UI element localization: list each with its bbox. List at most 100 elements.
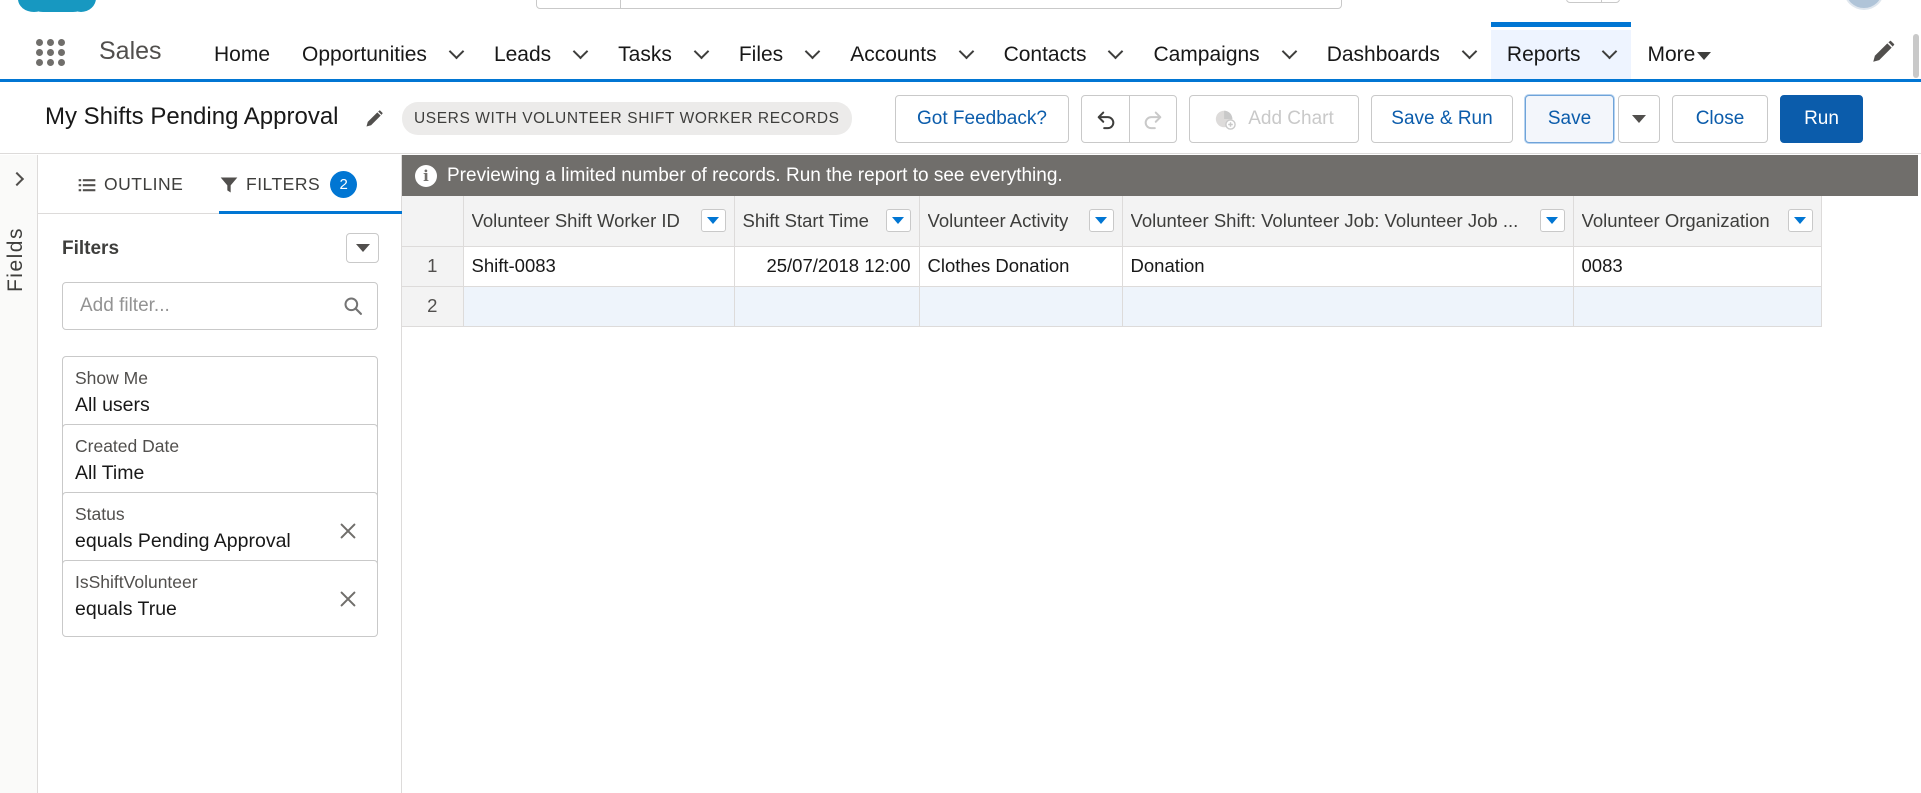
nav-item-label: Files xyxy=(738,42,784,66)
chevron-down-icon[interactable] xyxy=(572,43,589,60)
edit-nav-pencil-icon[interactable] xyxy=(1870,39,1896,65)
tab-filters[interactable]: FILTERS 2 xyxy=(219,155,358,214)
close-button[interactable]: Close xyxy=(1672,95,1768,143)
table-cell: Clothes Donation xyxy=(919,246,1123,287)
filter-funnel-icon xyxy=(220,177,238,192)
column-menu-button[interactable] xyxy=(700,209,726,233)
filter-card-show-me[interactable]: Show Me All users xyxy=(62,356,378,433)
global-search-box[interactable] xyxy=(536,0,1342,9)
nav-item-label: Opportunities xyxy=(302,42,427,66)
column-menu-button[interactable] xyxy=(1088,209,1114,233)
add-filter-input[interactable] xyxy=(63,283,333,329)
column-header-label: Volunteer Organization xyxy=(1581,209,1770,231)
filters-heading: Filters xyxy=(62,238,120,259)
nav-item-campaigns[interactable]: Campaigns xyxy=(1137,30,1310,79)
chevron-down-icon[interactable] xyxy=(1281,43,1297,60)
redo-icon xyxy=(1144,111,1162,130)
run-button[interactable]: Run xyxy=(1780,95,1863,143)
filter-label: Created Date xyxy=(75,436,180,456)
redo-button[interactable] xyxy=(1129,96,1176,142)
table-row[interactable]: 2 xyxy=(402,286,1822,327)
chart-icon xyxy=(1216,110,1236,130)
nav-item-home[interactable]: Home xyxy=(198,30,286,79)
chevron-down-icon[interactable] xyxy=(448,43,465,60)
tab-outline[interactable]: OUTLINE xyxy=(77,155,183,214)
chevron-down-icon[interactable] xyxy=(1602,43,1618,60)
save-button[interactable]: Save xyxy=(1525,95,1614,143)
filter-label: Status xyxy=(75,504,125,524)
column-header-label: Volunteer Activity xyxy=(927,209,1069,231)
column-header-5[interactable]: Volunteer Organization xyxy=(1573,196,1822,247)
table-cell xyxy=(463,286,735,327)
column-header-label: Volunteer Shift: Volunteer Job: Voluntee… xyxy=(1130,209,1519,231)
table-cell xyxy=(919,286,1123,327)
filter-panel: OUTLINE FILTERS 2 Filters Show Me All use… xyxy=(38,155,402,793)
app-launcher-icon[interactable] xyxy=(34,37,65,67)
report-title: My Shifts Pending Approval xyxy=(45,103,339,130)
nav-item-tasks[interactable]: Tasks xyxy=(602,30,723,79)
search-icon[interactable] xyxy=(343,296,363,316)
nav-item-opportunities[interactable]: Opportunities xyxy=(286,30,478,79)
nav-item-dashboards[interactable]: Dashboards xyxy=(1311,30,1491,79)
save-options-dropdown[interactable] xyxy=(1618,95,1660,143)
column-header-3[interactable]: Volunteer Activity xyxy=(919,196,1123,247)
column-menu-button[interactable] xyxy=(885,209,911,233)
remove-filter-close-icon[interactable] xyxy=(337,588,359,610)
fields-label[interactable]: Fields xyxy=(4,227,28,292)
chevron-down-icon[interactable] xyxy=(958,43,974,60)
chevron-down-icon xyxy=(707,217,719,225)
chevron-down-icon[interactable] xyxy=(1108,43,1124,60)
nav-item-label: More xyxy=(1647,42,1696,66)
expand-fields-chevron-icon[interactable] xyxy=(9,171,25,187)
filters-menu-button[interactable] xyxy=(346,233,379,263)
remove-filter-close-icon[interactable] xyxy=(337,520,359,542)
edit-title-pencil-icon[interactable] xyxy=(364,109,384,129)
nav-item-contacts[interactable]: Contacts xyxy=(988,30,1138,79)
column-menu-button[interactable] xyxy=(1787,209,1813,233)
save-and-run-button[interactable]: Save & Run xyxy=(1371,95,1513,143)
app-name: Sales xyxy=(99,37,162,65)
nav-item-leads[interactable]: Leads xyxy=(478,30,602,79)
nav-item-reports[interactable]: Reports xyxy=(1490,22,1632,79)
filter-label: Show Me xyxy=(75,368,148,388)
chevron-down-icon xyxy=(355,244,370,252)
chevron-down-icon[interactable] xyxy=(693,43,710,60)
undo-button[interactable] xyxy=(1082,96,1129,142)
column-header-label: Shift Start Time xyxy=(742,209,869,231)
app-navigation-bar: Sales Home Opportunities Leads Tasks Files Ac… xyxy=(0,22,1921,82)
add-chart-button[interactable]: Add Chart xyxy=(1189,95,1359,143)
chevron-down-icon[interactable] xyxy=(1461,43,1478,60)
filter-card-status[interactable]: Status equals Pending Approval xyxy=(62,492,378,569)
filter-value: All Time xyxy=(75,462,145,484)
chevron-down-icon xyxy=(1546,217,1558,225)
chevron-down-icon[interactable] xyxy=(804,43,821,60)
column-menu-button[interactable] xyxy=(1539,209,1565,233)
nav-item-accounts[interactable]: Accounts xyxy=(834,30,987,79)
row-number-header xyxy=(402,196,464,247)
undo-redo-group xyxy=(1081,95,1177,143)
fields-sidebar[interactable]: Fields xyxy=(0,155,38,793)
report-preview: i Previewing a limited number of records… xyxy=(402,155,1921,793)
chevron-down-icon xyxy=(892,217,904,225)
nav-item-label: Campaigns xyxy=(1153,42,1260,66)
column-header-4[interactable]: Volunteer Shift: Volunteer Job: Voluntee… xyxy=(1122,196,1574,247)
got-feedback-button[interactable]: Got Feedback? xyxy=(895,95,1069,143)
nav-item-more[interactable]: More xyxy=(1631,30,1727,79)
table-cell xyxy=(1122,286,1574,327)
filter-card-isshiftvolunteer[interactable]: IsShiftVolunteer equals True xyxy=(62,560,378,637)
filter-card-created-date[interactable]: Created Date All Time xyxy=(62,424,378,501)
page-scrollbar[interactable] xyxy=(1913,34,1919,78)
nav-item-label: Tasks xyxy=(618,42,672,66)
header-actions-group[interactable] xyxy=(1566,0,1620,3)
preview-info-banner: i Previewing a limited number of records… xyxy=(402,155,1918,196)
nav-item-label: Home xyxy=(214,42,271,66)
report-header: My Shifts Pending Approval USERS WITH VO… xyxy=(0,85,1921,154)
nav-item-label: Leads xyxy=(493,42,552,66)
table-row[interactable]: 1 Shift-0083 25/07/2018 12:00 Clothes Donat… xyxy=(402,246,1822,287)
column-header-1[interactable]: Volunteer Shift Worker ID xyxy=(463,196,735,247)
column-header-2[interactable]: Shift Start Time xyxy=(734,196,920,247)
salesforce-logo-icon[interactable] xyxy=(18,0,96,12)
nav-item-label: Dashboards xyxy=(1326,42,1440,66)
nav-item-files[interactable]: Files xyxy=(723,30,834,79)
user-avatar[interactable] xyxy=(1844,0,1884,10)
